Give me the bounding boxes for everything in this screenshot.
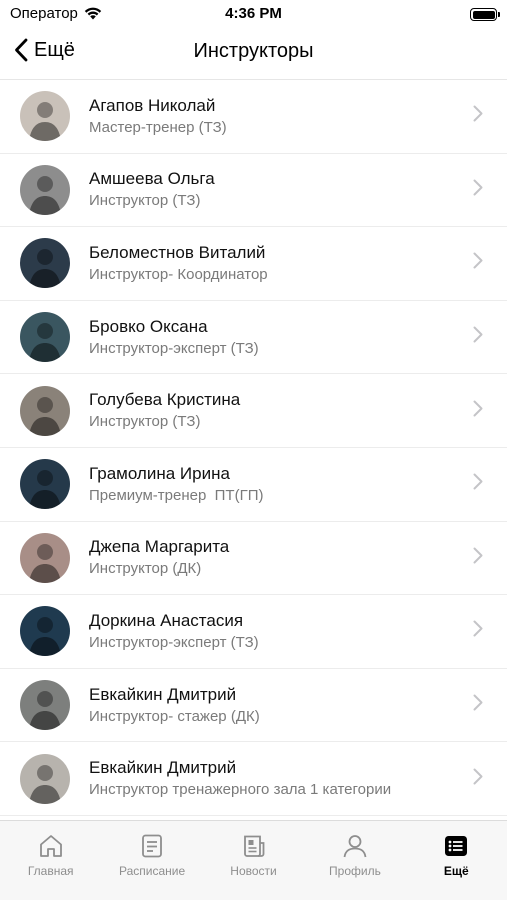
- instructor-name: Беломестнов Виталий: [89, 242, 266, 262]
- clock: 4:36 PM: [225, 5, 282, 22]
- instructor-row[interactable]: Амшеева Ольга Инструктор (ТЗ): [0, 154, 507, 228]
- instructor-role: Инструктор-эксперт (ТЗ): [89, 633, 259, 651]
- instructor-row[interactable]: Евкайкин Дмитрий Инструктор- стажер (ДК): [0, 669, 507, 743]
- profile-icon: [343, 835, 367, 858]
- chevron-right-icon: [473, 400, 483, 422]
- avatar: [20, 164, 70, 215]
- instructor-role: Инструктор (ТЗ): [89, 192, 201, 210]
- instructor-row[interactable]: Беломестнов Виталий Инструктор- Координат…: [0, 227, 507, 301]
- tab-home-label: Главная: [27, 864, 74, 878]
- avatar: [20, 606, 70, 657]
- tab-home[interactable]: Главная: [0, 821, 101, 900]
- instructor-text: Бровко Оксана Инструктор-эксперт (ТЗ): [89, 316, 507, 359]
- instructor-text: Евкайкин Дмитрий Инструктор- стажер (ДК): [89, 684, 507, 727]
- instructor-text: Голубева Кристина Инструктор (ТЗ): [89, 389, 507, 432]
- tab-schedule[interactable]: Расписание: [101, 821, 202, 900]
- instructor-name: Евкайкин Дмитрий: [89, 758, 237, 778]
- battery-icon: [470, 8, 500, 21]
- instructor-name: Агапов Николай: [89, 95, 216, 115]
- instructor-row[interactable]: Доркина Анастасия Инструктор-эксперт (ТЗ): [0, 595, 507, 669]
- chevron-right-icon: [473, 620, 483, 642]
- tab-news[interactable]: Новости: [203, 821, 304, 900]
- instructor-text: Агапов Николай Мастер-тренер (ТЗ): [89, 95, 507, 138]
- avatar: [20, 532, 70, 583]
- avatar: [20, 680, 70, 731]
- page-title: Инструкторы: [193, 40, 314, 62]
- instructor-name: Джепа Маргарита: [89, 537, 230, 557]
- avatar: [20, 385, 70, 436]
- tab-more[interactable]: Ещё: [406, 821, 507, 900]
- tab-schedule-label: Расписание: [119, 864, 186, 878]
- instructor-text: Евкайкин Дмитрий Инструктор тренажерного …: [89, 757, 507, 800]
- chevron-right-icon: [473, 547, 483, 569]
- instructor-row[interactable]: Евкайкин Дмитрий Инструктор тренажерного …: [0, 742, 507, 816]
- chevron-right-icon: [473, 105, 483, 127]
- avatar: [20, 753, 70, 804]
- tab-profile-label: Профиль: [329, 864, 381, 878]
- instructor-row[interactable]: Грамолина Ирина Премиум-тренер ПТ(ГП): [0, 448, 507, 522]
- avatar: [20, 459, 70, 510]
- schedule-icon: [142, 834, 163, 858]
- instructor-name: Бровко Оксана: [89, 316, 208, 336]
- news-icon: [243, 835, 264, 857]
- instructor-role: Инструктор-эксперт (ТЗ): [89, 339, 259, 357]
- tab-more-label: Ещё: [443, 864, 469, 878]
- instructor-row[interactable]: Джепа Маргарита Инструктор (ДК): [0, 522, 507, 596]
- instructor-name: Голубева Кристина: [89, 390, 241, 410]
- instructor-role: Инструктор (ТЗ): [89, 413, 201, 431]
- instructor-role: Инструктор тренажерного зала 1 категории: [89, 781, 392, 799]
- home-icon: [39, 835, 62, 857]
- chevron-right-icon: [473, 694, 483, 716]
- tab-news-label: Новости: [230, 864, 277, 878]
- instructor-text: Беломестнов Виталий Инструктор- Координат…: [89, 242, 507, 285]
- chevron-right-icon: [473, 473, 483, 495]
- more-icon: [445, 836, 468, 856]
- avatar: [20, 312, 70, 363]
- instructor-text: Грамолина Ирина Премиум-тренер ПТ(ГП): [89, 463, 507, 506]
- avatar: [20, 238, 70, 289]
- navigation-bar: Ещё Инструкторы: [0, 28, 507, 80]
- instructor-role: Мастер-тренер (ТЗ): [89, 118, 227, 136]
- chevron-right-icon: [473, 326, 483, 348]
- instructor-row[interactable]: Агапов Николай Мастер-тренер (ТЗ): [0, 80, 507, 154]
- chevron-right-icon: [473, 179, 483, 201]
- tab-profile[interactable]: Профиль: [304, 821, 405, 900]
- chevron-right-icon: [473, 768, 483, 790]
- instructor-role: Инструктор (ДК): [89, 560, 202, 578]
- instructor-role: Инструктор- стажер (ДК): [89, 707, 260, 725]
- chevron-right-icon: [473, 252, 483, 274]
- instructor-row[interactable]: Бровко Оксана Инструктор-эксперт (ТЗ): [0, 301, 507, 375]
- instructor-name: Амшеева Ольга: [89, 169, 215, 189]
- instructor-name: Доркина Анастасия: [89, 610, 244, 630]
- instructor-role: Премиум-тренер ПТ(ГП): [89, 486, 264, 504]
- instructor-list[interactable]: Агапов Николай Мастер-тренер (ТЗ) Амшеева …: [0, 80, 507, 820]
- instructor-text: Джепа Маргарита Инструктор (ДК): [89, 536, 507, 579]
- status-bar: Оператор 4:36 PM: [0, 0, 507, 28]
- tab-bar: Главная Расписание Новости Профиль Ещё: [0, 820, 507, 900]
- instructor-row[interactable]: Голубева Кристина Инструктор (ТЗ): [0, 374, 507, 448]
- avatar: [20, 91, 70, 142]
- instructor-name: Евкайкин Дмитрий: [89, 684, 237, 704]
- instructor-name: Грамолина Ирина: [89, 463, 230, 483]
- instructor-text: Амшеева Ольга Инструктор (ТЗ): [89, 168, 507, 211]
- instructor-role: Инструктор- Координатор: [89, 265, 268, 283]
- instructor-text: Доркина Анастасия Инструктор-эксперт (ТЗ): [89, 610, 507, 653]
